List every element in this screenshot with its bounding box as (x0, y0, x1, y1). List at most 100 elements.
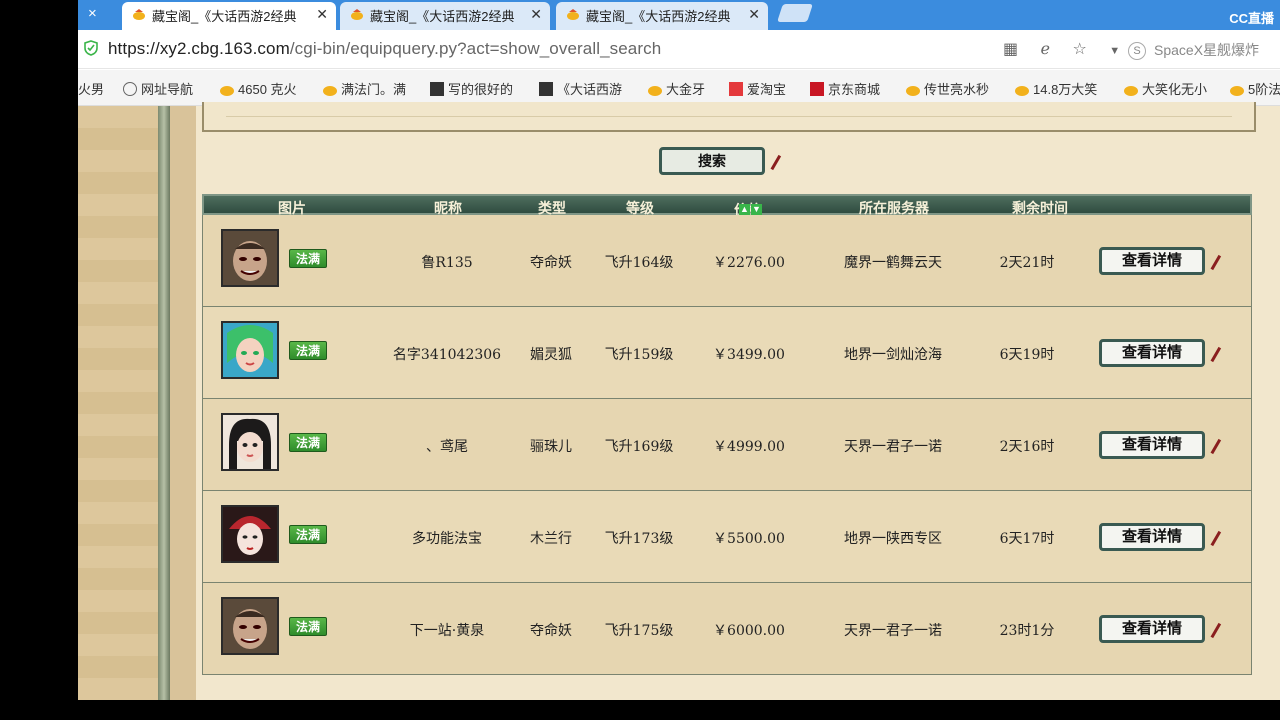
search-form-box (202, 102, 1256, 132)
tab-title: 藏宝阁_《大话西游2经典 (152, 9, 297, 24)
view-details-button[interactable]: 查看详情 (1099, 247, 1205, 275)
tab-cbg-3[interactable]: 藏宝阁_《大话西游2经典 ✕ (556, 2, 768, 30)
table-row: 法满 鲁R135 夺命妖 飞升164级 ￥2276.00 魔界一鹤舞云天 2天21时 查看详情 (202, 215, 1252, 307)
table-row: 法满 名字341042306 媚灵狐 飞升159级 ￥3499.00 地界一剑灿沧海 6天1… (202, 307, 1252, 399)
cbg-icon (133, 9, 145, 20)
chevron-down-icon[interactable]: ▼ (1109, 45, 1120, 57)
cbg-icon (906, 86, 920, 96)
bookmark-item[interactable]: 爱淘宝 (729, 79, 786, 98)
bookmark-item[interactable]: 写的很好的 (430, 79, 513, 98)
cbg-icon (1124, 86, 1138, 96)
watermark: CC直播 (1229, 11, 1274, 26)
decorative-border (78, 106, 160, 700)
letterbox (0, 700, 1280, 720)
type-cell: 夺命妖 (530, 623, 572, 639)
page-icon (430, 82, 444, 96)
close-icon[interactable]: ✕ (748, 6, 760, 23)
url-text[interactable]: https://xy2.cbg.163.com/cgi-bin/equipque… (108, 39, 661, 59)
close-icon[interactable]: ✕ (316, 6, 328, 23)
bookmark-item[interactable]: 大金牙 (648, 79, 705, 98)
type-cell: 夺命妖 (530, 255, 572, 271)
badge-fa-man: 法满 (289, 249, 327, 268)
view-details-button[interactable]: 查看详情 (1099, 431, 1205, 459)
badge-fa-man: 法满 (289, 341, 327, 360)
sort-down-icon[interactable]: ▼ (751, 204, 762, 215)
price-cell: ￥4999.00 (713, 439, 785, 455)
table-header: 图片 昵称 类型 等级 价格▲▼ 所在服务器 剩余时间 (202, 194, 1252, 218)
bookmark-item[interactable]: 5阶法 (1230, 79, 1280, 98)
decorative-strip (170, 106, 198, 700)
avatar[interactable] (221, 597, 279, 655)
star-icon[interactable]: ☆ (1073, 41, 1087, 58)
badge-fa-man: 法满 (289, 617, 327, 636)
tab-title: 藏宝阁_《大话西游2经典 (586, 9, 731, 24)
bookmark-item[interactable]: 4650 克火 (220, 79, 297, 98)
level-cell: 飞升173级 (604, 531, 674, 547)
cbg-icon (648, 86, 662, 96)
bookmark-item[interactable]: 京东商城 (810, 79, 880, 98)
server-cell: 魔界一鹤舞云天 (844, 255, 942, 271)
table-row: 法满 、鸢尾 骊珠儿 飞升169级 ￥4999.00 天界一君子一诺 2天16时 查看详情 (202, 399, 1252, 491)
server-cell: 地界一剑灿沧海 (844, 347, 942, 363)
badge-fa-man: 法满 (289, 525, 327, 544)
nickname-cell: 多功能法宝 (412, 531, 482, 547)
price-cell: ￥3499.00 (713, 347, 785, 363)
table-row: 法满 多功能法宝 木兰行 飞升173级 ￥5500.00 地界一陕西专区 6天17时 查看详情 (202, 491, 1252, 583)
cbg-icon (351, 9, 363, 20)
close-icon[interactable]: ✕ (530, 6, 542, 23)
url-path: /cgi-bin/equipquery.py?act=show_overall_… (289, 39, 662, 58)
time-left-cell: 6天17时 (999, 531, 1055, 547)
nickname-cell: 鲁R135 (421, 255, 473, 271)
globe-icon (123, 82, 137, 96)
address-bar[interactable]: https://xy2.cbg.163.com/cgi-bin/equipque… (78, 30, 1280, 69)
cbg-icon (567, 9, 579, 20)
compat-icon[interactable]: ℯ (1041, 41, 1050, 58)
side-search[interactable]: S SpaceX星舰爆炸 (1128, 40, 1260, 61)
server-cell: 天界一君子一诺 (844, 439, 942, 455)
time-left-cell: 2天16时 (999, 439, 1055, 455)
avatar[interactable] (221, 321, 279, 379)
level-cell: 飞升169级 (604, 439, 674, 455)
bookmark-item[interactable]: 传世亮水秒 (906, 79, 989, 98)
decorative-pillar (158, 106, 170, 700)
tab-cbg-2[interactable]: 藏宝阁_《大话西游2经典 ✕ (340, 2, 550, 30)
url-host: https://xy2.cbg.163.com (108, 39, 290, 58)
view-details-button[interactable]: 查看详情 (1099, 615, 1205, 643)
side-search-text: SpaceX星舰爆炸 (1154, 42, 1260, 58)
type-cell: 木兰行 (530, 531, 572, 547)
bookmarks-bar: 火男 网址导航 4650 克火 满法门。满 写的很好的 《大话西游 大金牙 爱淘… (78, 70, 1280, 106)
time-left-cell: 2天21时 (999, 255, 1055, 271)
address-tools: ▦ ℯ ☆ ▼ (1003, 39, 1138, 59)
bookmark-item[interactable]: 满法门。满 (323, 79, 406, 98)
bookmark-item[interactable]: 火男 (78, 79, 104, 98)
bookmark-item[interactable]: 14.8万大笑 (1015, 79, 1097, 98)
bookmark-item[interactable]: 大笑化无小 (1124, 79, 1207, 98)
nickname-cell: 下一站·黄泉 (409, 623, 485, 639)
search-button[interactable]: 搜索 (659, 147, 765, 175)
level-cell: 飞升175级 (604, 623, 674, 639)
new-tab-button[interactable] (777, 4, 813, 22)
results-table: 图片 昵称 类型 等级 价格▲▼ 所在服务器 剩余时间 法满鲁R135夺命妖飞升… (202, 194, 1252, 675)
avatar[interactable] (221, 505, 279, 563)
table-row: 法满 下一站·黄泉 夺命妖 飞升175级 ￥6000.00 天界一君子一诺 23时1分 查看详… (202, 583, 1252, 675)
jd-icon (810, 82, 824, 96)
sort-up-icon[interactable]: ▲ (739, 204, 750, 215)
type-cell: 骊珠儿 (530, 439, 572, 455)
view-details-button[interactable]: 查看详情 (1099, 339, 1205, 367)
tab-cbg-1[interactable]: 藏宝阁_《大话西游2经典 ✕ (122, 2, 336, 30)
shield-icon (84, 40, 98, 56)
price-cell: ￥6000.00 (713, 623, 785, 639)
bookmark-item[interactable]: 网址导航 (123, 79, 193, 98)
qr-icon[interactable]: ▦ (1003, 41, 1018, 58)
cbg-icon (323, 86, 337, 96)
avatar[interactable] (221, 229, 279, 287)
time-left-cell: 23时1分 (999, 623, 1055, 639)
close-icon[interactable]: × (88, 5, 97, 22)
bookmark-item[interactable]: 《大话西游 (539, 79, 622, 98)
view-details-button[interactable]: 查看详情 (1099, 523, 1205, 551)
nickname-cell: 、鸢尾 (426, 439, 468, 455)
taobao-icon (729, 82, 743, 96)
cbg-icon (1015, 86, 1029, 96)
avatar[interactable] (221, 413, 279, 471)
type-cell: 媚灵狐 (530, 347, 572, 363)
